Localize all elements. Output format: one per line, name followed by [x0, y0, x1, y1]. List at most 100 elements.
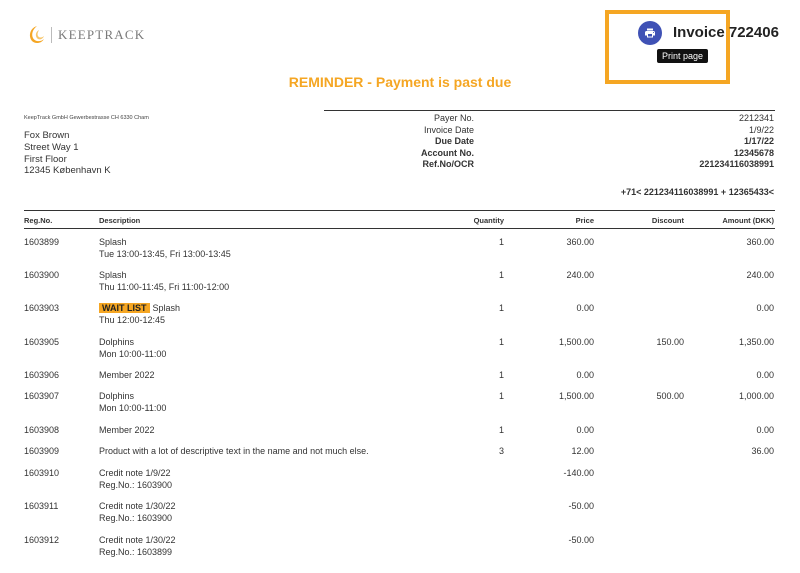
- cell-price: -140.00: [563, 468, 594, 478]
- recipient-floor: First Floor: [24, 153, 67, 165]
- wait-list-badge: WAIT LIST: [99, 303, 150, 313]
- cell-amount: 0.00: [756, 425, 774, 435]
- cell-reg: 1603905: [24, 337, 60, 347]
- cell-description: Dolphins Mon 10:00-11:00: [99, 391, 166, 414]
- cell-quantity: 1: [498, 337, 504, 347]
- cell-amount: 360.00: [746, 237, 774, 247]
- cell-price: 0.00: [576, 370, 594, 380]
- printer-icon: [645, 28, 655, 38]
- cell-description: Dolphins Mon 10:00-11:00: [99, 337, 166, 360]
- meta-value-ref: 221234116038991: [699, 159, 774, 170]
- ocr-line: +71< 221234116038991 + 12365433<: [620, 187, 774, 197]
- meta-label-invoice-date: Invoice Date: [423, 124, 474, 135]
- desc-title: Credit note 1/9/22: [99, 468, 171, 478]
- cell-amount: 1,350.00: [738, 337, 774, 347]
- cell-amount: 0.00: [756, 370, 774, 380]
- print-button[interactable]: [638, 21, 662, 45]
- header-discount: Discount: [651, 216, 684, 225]
- invoice-title: Invoice 722406: [673, 24, 779, 41]
- header-price: Price: [575, 216, 594, 225]
- cell-description: Credit note 1/30/22 Reg.No.: 1603900: [99, 501, 176, 524]
- cell-price: 0.00: [576, 303, 594, 313]
- cell-description: Product with a lot of descriptive text i…: [99, 446, 369, 456]
- desc-schedule: Tue 13:00-13:45, Fri 13:00-13:45: [99, 248, 231, 259]
- cell-reg: 1603900: [24, 270, 60, 280]
- meta-labels: Payer No. Invoice Date Due Date Account …: [380, 113, 474, 171]
- cell-price: 360.00: [566, 237, 594, 247]
- cell-quantity: 3: [498, 446, 504, 456]
- meta-value-account: 12345678: [733, 147, 774, 158]
- cell-reg: 1603906: [24, 370, 60, 380]
- cell-quantity: 1: [498, 425, 504, 435]
- desc-schedule: Thu 12:00-12:45: [99, 314, 166, 325]
- brand-name: KEEPTRACK: [58, 27, 146, 42]
- cell-amount: 0.00: [756, 303, 774, 313]
- desc-title: Dolphins: [99, 391, 135, 401]
- cell-discount: 500.00: [656, 391, 684, 401]
- desc-schedule: Mon 10:00-11:00: [99, 348, 167, 359]
- cell-reg: 1603910: [24, 468, 60, 478]
- brand-logo: KEEPTRACK: [26, 24, 145, 46]
- meta-label-ref: Ref.No/OCR: [422, 159, 475, 170]
- cell-price: -50.00: [568, 501, 594, 511]
- cell-reg: 1603903: [24, 303, 60, 313]
- desc-reference: Reg.No.: 1603900: [99, 479, 173, 490]
- reminder-banner: REMINDER - Payment is past due: [288, 74, 512, 90]
- header-description: Description: [99, 216, 141, 225]
- cell-description: Splash Tue 13:00-13:45, Fri 13:00-13:45: [99, 237, 231, 260]
- cell-quantity: 1: [498, 237, 504, 247]
- desc-reference: Reg.No.: 1603899: [99, 546, 173, 557]
- cell-price: -50.00: [568, 535, 594, 545]
- cell-price: 0.00: [576, 425, 594, 435]
- print-tooltip: Print page: [657, 49, 709, 63]
- cell-price: 1,500.00: [558, 391, 594, 401]
- cell-amount: 1,000.00: [738, 391, 774, 401]
- cell-description: Member 2022: [99, 370, 155, 380]
- cell-description: Credit note 1/30/22 Reg.No.: 1603899: [99, 535, 176, 558]
- header-quantity: Quantity: [473, 216, 504, 225]
- recipient-street: Street Way 1: [24, 141, 79, 153]
- meta-value-invoice-date: 1/9/22: [748, 124, 774, 135]
- cell-reg: 1603907: [24, 391, 60, 401]
- meta-label-due-date: Due Date: [434, 136, 474, 147]
- desc-title: Splash: [99, 270, 127, 280]
- meta-value-due-date: 1/17/22: [743, 136, 774, 147]
- meta-values: 2212341 1/9/22 1/17/22 12345678 22123411…: [600, 113, 774, 171]
- cell-quantity: 1: [498, 370, 504, 380]
- cell-discount: 150.00: [656, 337, 684, 347]
- recipient-city: 12345 København K: [24, 165, 111, 177]
- cell-description: WAIT LIST Splash Thu 12:00-12:45: [99, 303, 180, 326]
- cell-description: Member 2022: [99, 425, 155, 435]
- cell-reg: 1603899: [24, 237, 60, 247]
- desc-schedule: Thu 11:00-11:45, Fri 11:00-12:00: [99, 281, 230, 292]
- sender-address: KeepTrack GmbH Gewerbestrasse CH 6330 Ch…: [24, 115, 149, 121]
- recipient-address: Fox Brown Street Way 1 First Floor 12345…: [24, 130, 111, 177]
- meta-value-payer: 2212341: [738, 113, 774, 123]
- cell-amount: 240.00: [746, 270, 774, 280]
- cell-reg: 1603909: [24, 446, 60, 456]
- cell-description: Credit note 1/9/22 Reg.No.: 1603900: [99, 468, 172, 491]
- cell-price: 12.00: [571, 446, 594, 456]
- desc-title: Credit note 1/30/22: [99, 501, 176, 511]
- header-divider: [324, 110, 775, 111]
- cell-quantity: 1: [498, 391, 504, 401]
- desc-schedule: Mon 10:00-11:00: [99, 402, 167, 413]
- meta-label-payer: Payer No.: [433, 113, 474, 123]
- desc-reference: Reg.No.: 1603900: [99, 512, 173, 523]
- cell-amount: 36.00: [751, 446, 774, 456]
- desc-title: Credit note 1/30/22: [99, 535, 176, 545]
- desc-title: Dolphins: [99, 337, 135, 347]
- desc-title: Splash: [152, 303, 181, 313]
- cell-description: Splash Thu 11:00-11:45, Fri 11:00-12:00: [99, 270, 229, 293]
- desc-title: Splash: [99, 237, 127, 247]
- cell-reg: 1603911: [24, 501, 59, 511]
- print-highlight-box: [605, 10, 730, 84]
- cell-quantity: 1: [498, 270, 504, 280]
- table-top-rule: [24, 210, 775, 211]
- recipient-name: Fox Brown: [24, 130, 70, 141]
- keeptrack-logo-icon: [29, 26, 44, 44]
- header-reg-no: Reg.No.: [24, 216, 53, 225]
- cell-reg: 1603912: [24, 535, 60, 545]
- cell-price: 1,500.00: [558, 337, 594, 347]
- cell-reg: 1603908: [24, 425, 60, 435]
